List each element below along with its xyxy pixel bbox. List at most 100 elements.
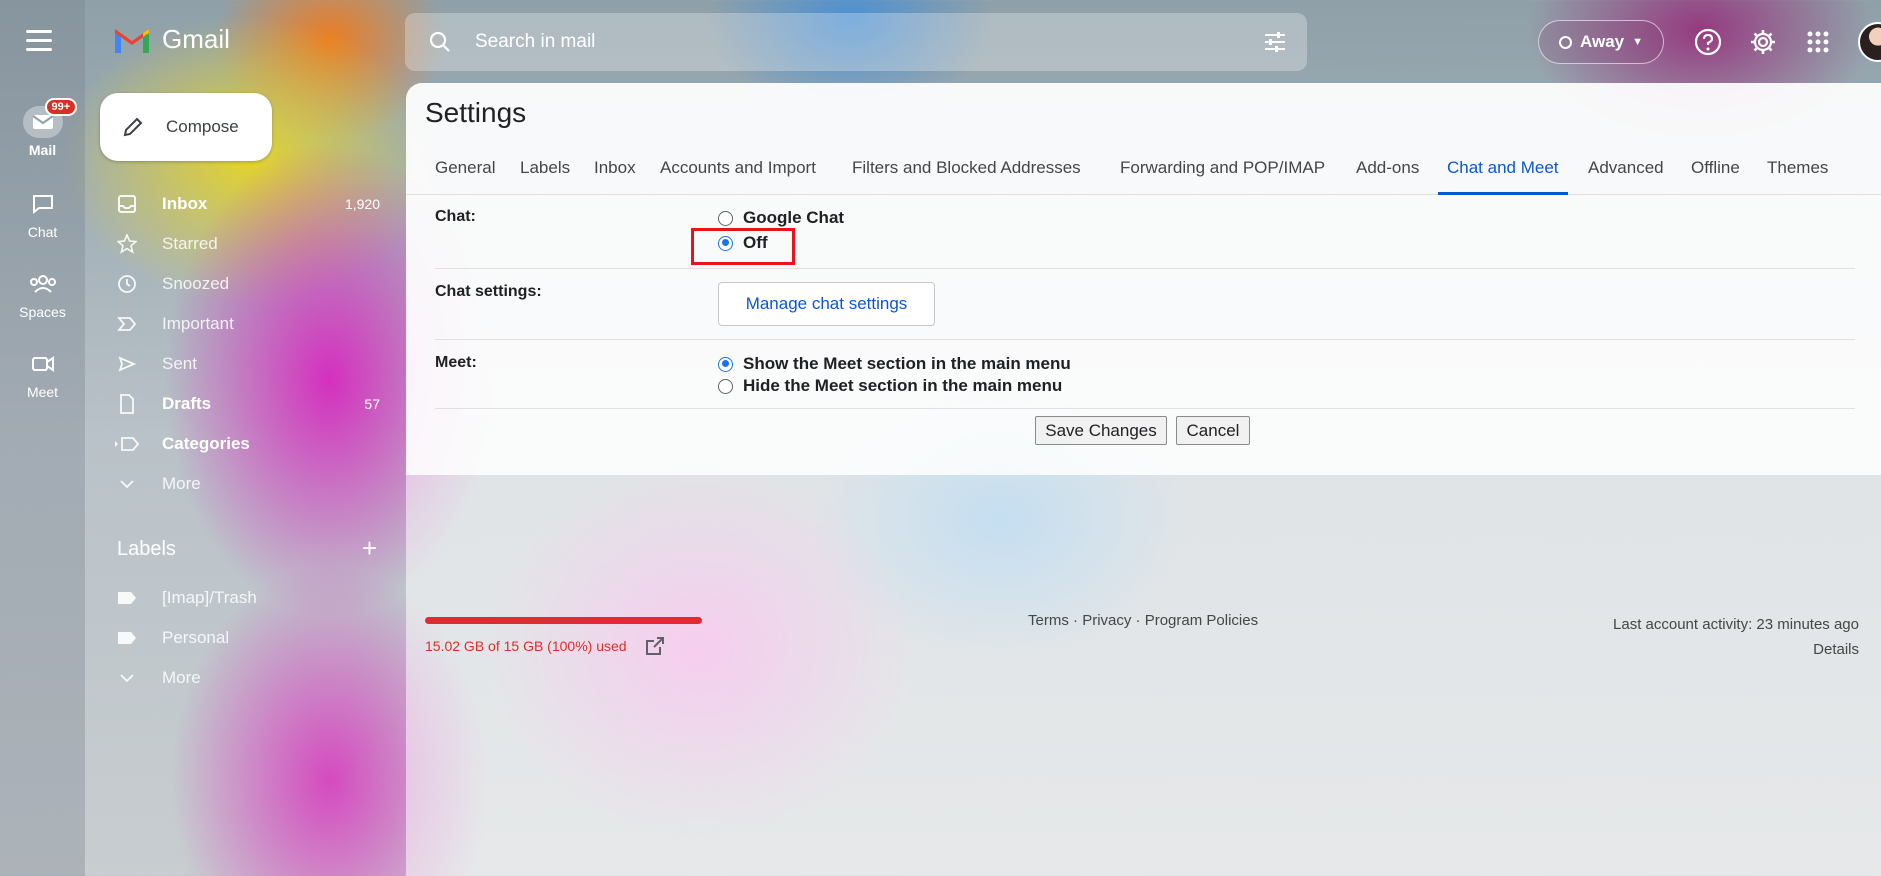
cancel-button[interactable]: Cancel (1176, 416, 1250, 445)
nav-label-drafts: Drafts (162, 394, 212, 413)
account-avatar[interactable] (1858, 22, 1881, 62)
nav-label-more: More (162, 474, 201, 493)
tab-offline[interactable]: Offline (1691, 143, 1740, 195)
nav-item-important[interactable]: Important (112, 308, 380, 340)
drafts-count: 57 (364, 396, 380, 412)
chat-settings-label: Chat settings: (435, 283, 542, 300)
nav-item-more[interactable]: More (112, 468, 380, 500)
nav-item-drafts[interactable]: Drafts 57 (112, 388, 380, 420)
rail-item-chat[interactable]: Chat (0, 188, 85, 240)
nav-label-categories: Categories (162, 434, 250, 453)
external-link-icon[interactable] (645, 636, 665, 656)
tab-chat-and-meet[interactable]: Chat and Meet (1438, 143, 1568, 195)
tab-add-ons[interactable]: Add-ons (1356, 143, 1419, 195)
nav-item-sent[interactable]: Sent (112, 348, 380, 380)
search-bar[interactable]: Search in mail (405, 13, 1307, 71)
search-icon[interactable] (405, 30, 475, 54)
gear-icon[interactable] (1747, 26, 1779, 58)
rail-item-meet[interactable]: Meet (0, 348, 85, 400)
tab-advanced[interactable]: Advanced (1588, 143, 1664, 195)
label-name: [Imap]/Trash (162, 588, 257, 607)
page-title: Settings (425, 97, 527, 128)
meet-hide-option-label: Hide the Meet section in the main menu (743, 376, 1063, 395)
tab-inbox[interactable]: Inbox (594, 143, 636, 195)
spaces-icon (23, 268, 63, 300)
nav-item-starred[interactable]: Starred (112, 228, 380, 260)
storage-usage-bar (425, 617, 702, 624)
nav-label-snoozed: Snoozed (162, 274, 230, 293)
tab-general[interactable]: General (435, 143, 495, 195)
label-item-imap-trash[interactable]: [Imap]/Trash (112, 582, 380, 614)
label-tag-icon (112, 631, 142, 645)
tab-themes[interactable]: Themes (1767, 143, 1828, 195)
nav-label-sent: Sent (162, 354, 197, 373)
footer-links: Terms · Privacy · Program Policies (1028, 612, 1258, 629)
labels-heading: Labels (117, 538, 176, 560)
important-marker-icon (112, 316, 142, 332)
tab-filters-and-blocked-addresses[interactable]: Filters and Blocked Addresses (852, 143, 1081, 195)
account-activity: Last account activity: 23 minutes ago De… (1613, 612, 1859, 662)
annotation-highlight-box (691, 228, 795, 265)
add-label-icon[interactable]: + (362, 535, 377, 561)
clock-icon (112, 274, 142, 294)
tab-forwarding-and-pop-imap[interactable]: Forwarding and POP/IMAP (1120, 143, 1325, 195)
chat-icon (23, 188, 63, 220)
nav-item-inbox[interactable]: Inbox 1,920 (112, 188, 380, 220)
chevron-down-icon (112, 479, 142, 489)
meet-option-hide[interactable]: Hide the Meet section in the main menu (718, 376, 1062, 396)
nav-item-snoozed[interactable]: Snoozed (112, 268, 380, 300)
meet-show-radio[interactable] (718, 356, 733, 372)
tab-accounts-and-import[interactable]: Accounts and Import (660, 143, 816, 195)
compose-button[interactable]: Compose (100, 93, 272, 161)
meet-setting-label: Meet: (435, 354, 477, 371)
draft-file-icon (112, 394, 142, 414)
labels-more[interactable]: More (112, 662, 380, 694)
gmail-wordmark: Gmail (162, 24, 230, 54)
send-icon (112, 356, 142, 372)
chat-option-google-chat[interactable]: Google Chat (718, 208, 844, 228)
rail-item-mail[interactable]: 99+ Mail (0, 98, 85, 158)
rail-label-mail: Mail (28, 142, 57, 158)
labels-more-label: More (162, 668, 201, 687)
mail-icon: 99+ (22, 98, 78, 138)
chat-setting-label: Chat: (435, 208, 476, 225)
tab-labels[interactable]: Labels (520, 143, 570, 195)
program-policies-link[interactable]: Program Policies (1145, 612, 1258, 629)
caret-down-icon: ▼ (1632, 36, 1643, 48)
privacy-link[interactable]: Privacy (1082, 612, 1131, 629)
footer-separator: · (1131, 612, 1145, 629)
label-item-personal[interactable]: Personal (112, 622, 380, 654)
label-tag-icon (112, 591, 142, 605)
nav-item-categories[interactable]: Categories (112, 428, 380, 460)
rail-label-spaces: Spaces (19, 304, 66, 320)
row-divider (435, 408, 1855, 409)
main-menu-icon[interactable] (26, 30, 58, 54)
search-options-icon[interactable] (1243, 31, 1307, 53)
meet-hide-radio[interactable] (718, 378, 733, 394)
category-label-icon (112, 436, 142, 452)
row-divider (435, 268, 1855, 269)
storage-usage-text: 15.02 GB of 15 GB (100%) used (425, 638, 627, 654)
terms-link[interactable]: Terms (1028, 612, 1069, 629)
mail-unread-badge: 99+ (44, 98, 78, 116)
gmail-logo[interactable]: Gmail (112, 24, 230, 55)
save-changes-button[interactable]: Save Changes (1035, 416, 1167, 445)
settings-panel: Settings General Labels Inbox Accounts a… (406, 83, 1881, 876)
google-chat-option-label: Google Chat (743, 208, 845, 227)
rail-label-meet: Meet (26, 384, 59, 400)
video-camera-icon (23, 348, 63, 380)
nav-label-important: Important (162, 314, 234, 333)
meet-show-option-label: Show the Meet section in the main menu (743, 354, 1071, 373)
nav-label-inbox: Inbox (162, 194, 208, 213)
manage-chat-settings-button[interactable]: Manage chat settings (718, 282, 935, 326)
labels-section-header: Labels + (117, 535, 377, 561)
meet-option-show[interactable]: Show the Meet section in the main menu (718, 354, 1071, 374)
apps-grid-icon[interactable] (1802, 26, 1834, 58)
gmail-m-icon (115, 28, 149, 53)
google-chat-radio[interactable] (718, 210, 733, 226)
help-icon[interactable] (1692, 26, 1724, 58)
details-link[interactable]: Details (1613, 637, 1859, 662)
search-input[interactable]: Search in mail (475, 31, 1243, 53)
status-selector[interactable]: Away ▼ (1538, 20, 1664, 64)
rail-item-spaces[interactable]: Spaces (0, 268, 85, 320)
